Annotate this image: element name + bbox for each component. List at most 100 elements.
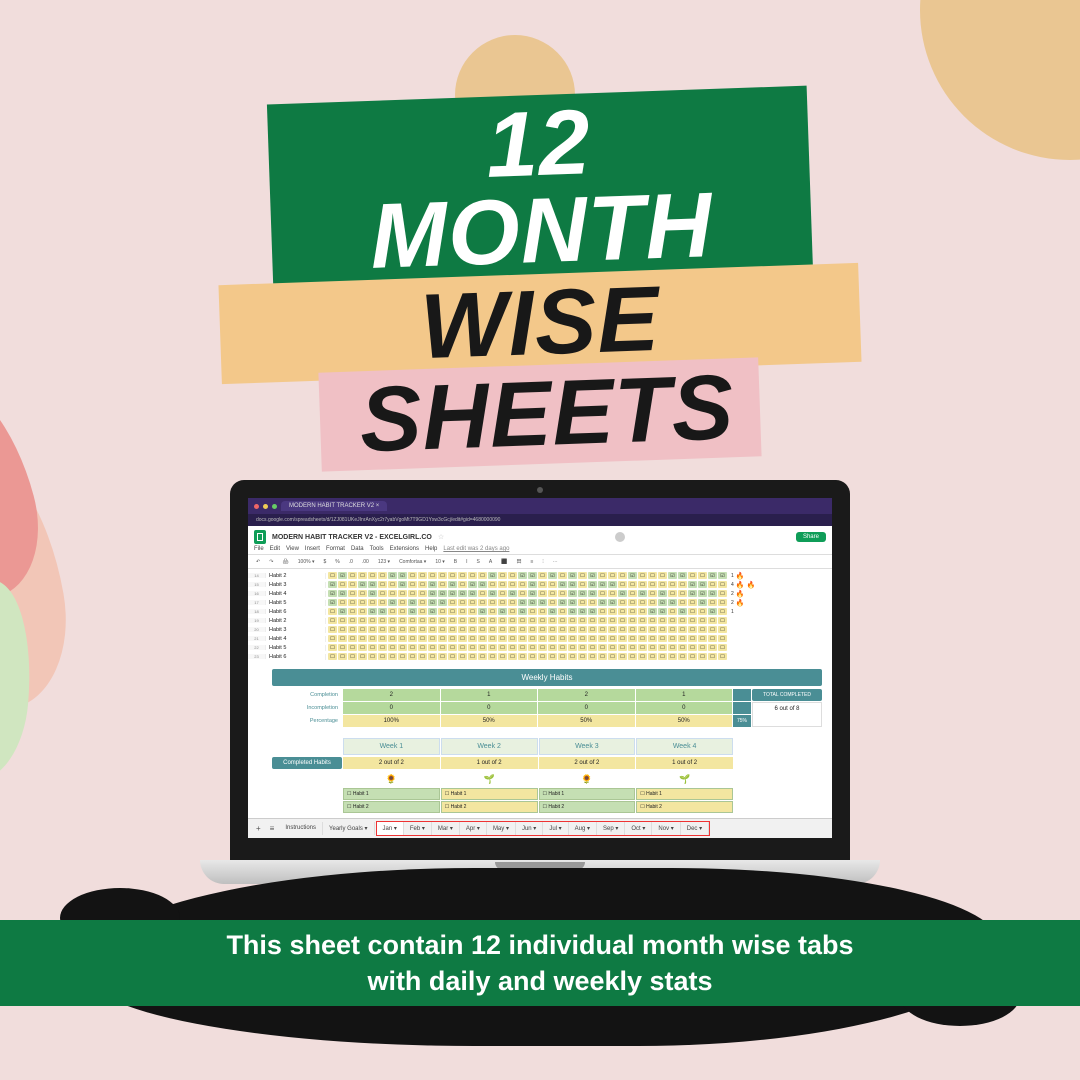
habit-checkbox[interactable]: ☐ bbox=[518, 635, 527, 642]
habit-checkbox[interactable]: ☐ bbox=[628, 617, 637, 624]
habit-checkbox[interactable]: ☑ bbox=[668, 599, 677, 606]
habit-checkbox[interactable]: ☐ bbox=[588, 653, 597, 660]
habit-checkbox[interactable]: ☐ bbox=[648, 581, 657, 588]
habit-checkbox[interactable]: ☐ bbox=[418, 653, 427, 660]
habit-checkbox[interactable]: ☑ bbox=[548, 608, 557, 615]
habit-checkbox[interactable]: ☑ bbox=[468, 581, 477, 588]
habit-checkbox[interactable]: ☑ bbox=[328, 590, 337, 597]
habit-checkbox[interactable]: ☐ bbox=[598, 617, 607, 624]
habit-checkbox[interactable]: ☐ bbox=[648, 626, 657, 633]
habit-checkbox[interactable]: ☐ bbox=[508, 653, 517, 660]
habit-checkbox[interactable]: ☑ bbox=[398, 581, 407, 588]
habit-checkbox[interactable]: ☐ bbox=[458, 581, 467, 588]
habit-checkbox[interactable]: ☐ bbox=[628, 626, 637, 633]
habit-checkbox[interactable]: ☐ bbox=[468, 599, 477, 606]
habit-checkbox[interactable]: ☐ bbox=[548, 635, 557, 642]
habit-checkbox[interactable]: ☑ bbox=[638, 590, 647, 597]
sheet-tab-month[interactable]: Jul ▾ bbox=[543, 822, 568, 835]
habit-checkbox[interactable]: ☐ bbox=[328, 572, 337, 579]
sheet-tab[interactable]: Yearly Goals ▾ bbox=[323, 822, 374, 835]
habit-checkbox[interactable]: ☑ bbox=[588, 590, 597, 597]
habit-checkbox[interactable]: ☐ bbox=[548, 653, 557, 660]
habit-checkbox[interactable]: ☐ bbox=[458, 599, 467, 606]
habit-checkbox[interactable]: ☐ bbox=[638, 644, 647, 651]
habit-checkbox[interactable]: ☐ bbox=[508, 572, 517, 579]
habit-checkbox[interactable]: ☐ bbox=[688, 608, 697, 615]
habit-checkbox[interactable]: ☐ bbox=[348, 644, 357, 651]
habit-checkbox[interactable]: ☐ bbox=[508, 635, 517, 642]
sheet-tab-month[interactable]: Oct ▾ bbox=[625, 822, 652, 835]
habit-checkbox[interactable]: ☑ bbox=[458, 590, 467, 597]
habit-checkbox[interactable]: ☐ bbox=[628, 635, 637, 642]
habit-checkbox[interactable]: ☐ bbox=[718, 644, 727, 651]
habit-checkbox[interactable]: ☑ bbox=[688, 590, 697, 597]
habit-checkbox[interactable]: ☐ bbox=[468, 617, 477, 624]
habit-checkbox[interactable]: ☑ bbox=[328, 599, 337, 606]
habit-checkbox[interactable]: ☐ bbox=[398, 599, 407, 606]
habit-checkbox[interactable]: ☐ bbox=[488, 635, 497, 642]
mini-habit-cell[interactable]: ☐ Habit 1 bbox=[636, 788, 733, 800]
habit-checkbox[interactable]: ☑ bbox=[408, 599, 417, 606]
habit-checkbox[interactable]: ☐ bbox=[578, 644, 587, 651]
habit-checkbox[interactable]: ☐ bbox=[358, 644, 367, 651]
habit-checkbox[interactable]: ☑ bbox=[708, 608, 717, 615]
habit-checkbox[interactable]: ☑ bbox=[568, 572, 577, 579]
habit-checkbox[interactable]: ☐ bbox=[598, 644, 607, 651]
habit-checkbox[interactable]: ☐ bbox=[438, 644, 447, 651]
habit-checkbox[interactable]: ☐ bbox=[698, 635, 707, 642]
sheet-tab-month[interactable]: Sep ▾ bbox=[597, 822, 625, 835]
star-icon[interactable]: ☆ bbox=[438, 533, 444, 541]
habit-checkbox[interactable]: ☐ bbox=[348, 617, 357, 624]
habit-checkbox[interactable]: ☐ bbox=[378, 644, 387, 651]
habit-checkbox[interactable]: ☐ bbox=[418, 644, 427, 651]
habit-checkbox[interactable]: ☐ bbox=[488, 599, 497, 606]
habit-checkbox[interactable]: ☑ bbox=[688, 581, 697, 588]
habit-checkbox[interactable]: ☐ bbox=[448, 653, 457, 660]
habit-checkbox[interactable]: ☐ bbox=[578, 599, 587, 606]
mini-habit-cell[interactable]: ☐ Habit 1 bbox=[441, 788, 538, 800]
habit-checkbox[interactable]: ☐ bbox=[588, 617, 597, 624]
habit-checkbox[interactable]: ☐ bbox=[628, 581, 637, 588]
habit-checkbox[interactable]: ☐ bbox=[618, 626, 627, 633]
habit-checkbox[interactable]: ☐ bbox=[598, 590, 607, 597]
habit-checkbox[interactable]: ☑ bbox=[698, 599, 707, 606]
habit-checkbox[interactable]: ☐ bbox=[518, 617, 527, 624]
habit-checkbox[interactable]: ☐ bbox=[658, 644, 667, 651]
habit-checkbox[interactable]: ☑ bbox=[598, 599, 607, 606]
habit-checkbox[interactable]: ☐ bbox=[408, 644, 417, 651]
habit-checkbox[interactable]: ☑ bbox=[508, 590, 517, 597]
habit-checkbox[interactable]: ☐ bbox=[698, 572, 707, 579]
habit-checkbox[interactable]: ☐ bbox=[418, 599, 427, 606]
habit-checkbox[interactable]: ☐ bbox=[448, 635, 457, 642]
habit-checkbox[interactable]: ☐ bbox=[668, 653, 677, 660]
habit-checkbox[interactable]: ☐ bbox=[578, 635, 587, 642]
habit-checkbox[interactable]: ☐ bbox=[438, 608, 447, 615]
habit-checkbox[interactable]: ☐ bbox=[368, 653, 377, 660]
habit-checkbox[interactable]: ☐ bbox=[678, 581, 687, 588]
habit-checkbox[interactable]: ☐ bbox=[518, 644, 527, 651]
habit-checkbox[interactable]: ☑ bbox=[328, 581, 337, 588]
toolbar-btn[interactable]: $ bbox=[321, 559, 328, 565]
habit-checkbox[interactable]: ☐ bbox=[648, 572, 657, 579]
add-sheet-button[interactable]: + bbox=[252, 824, 265, 833]
habit-checkbox[interactable]: ☑ bbox=[708, 590, 717, 597]
habit-checkbox[interactable]: ☑ bbox=[528, 590, 537, 597]
habit-checkbox[interactable]: ☐ bbox=[528, 608, 537, 615]
habit-checkbox[interactable]: ☐ bbox=[358, 599, 367, 606]
menu-edit[interactable]: Edit bbox=[270, 546, 280, 552]
habit-checkbox[interactable]: ☐ bbox=[338, 617, 347, 624]
habit-checkbox[interactable]: ☐ bbox=[628, 599, 637, 606]
habit-checkbox[interactable]: ☐ bbox=[638, 608, 647, 615]
habit-checkbox[interactable]: ☐ bbox=[538, 572, 547, 579]
habit-checkbox[interactable]: ☐ bbox=[558, 590, 567, 597]
habit-checkbox[interactable]: ☐ bbox=[468, 608, 477, 615]
habit-checkbox[interactable]: ☐ bbox=[398, 608, 407, 615]
habit-checkbox[interactable]: ☐ bbox=[698, 608, 707, 615]
habit-checkbox[interactable]: ☐ bbox=[348, 572, 357, 579]
habit-checkbox[interactable]: ☐ bbox=[458, 608, 467, 615]
habit-checkbox[interactable]: ☐ bbox=[578, 572, 587, 579]
habit-checkbox[interactable]: ☐ bbox=[698, 617, 707, 624]
sheet-tab-month[interactable]: Apr ▾ bbox=[460, 822, 487, 835]
habit-checkbox[interactable]: ☑ bbox=[568, 590, 577, 597]
habit-checkbox[interactable]: ☐ bbox=[608, 644, 617, 651]
